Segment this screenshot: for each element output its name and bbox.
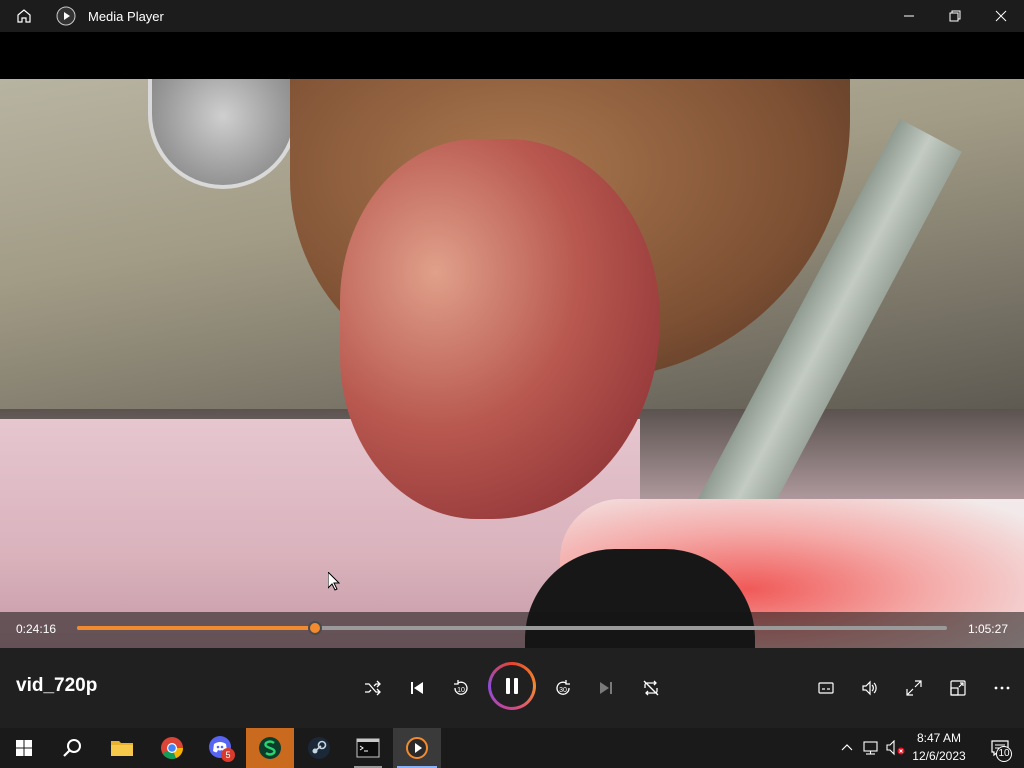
chevron-up-icon <box>841 744 853 751</box>
current-time: 0:24:16 <box>16 622 57 636</box>
taskbar-media-player[interactable] <box>393 728 441 768</box>
taskbar-steam[interactable] <box>295 728 343 768</box>
letterbox <box>0 32 1024 79</box>
previous-icon <box>411 682 423 694</box>
next-icon <box>600 682 612 694</box>
network-icon <box>863 741 878 755</box>
more-options-button[interactable] <box>986 672 1018 704</box>
home-button[interactable] <box>0 0 48 32</box>
skip-back-button[interactable]: 10 <box>445 672 477 704</box>
notification-badge: 10 <box>996 746 1012 762</box>
seek-slider[interactable] <box>77 621 947 635</box>
taskbar-chrome[interactable] <box>148 728 196 768</box>
steam-icon <box>308 737 330 759</box>
repeat-off-icon <box>643 680 659 696</box>
video-frame[interactable] <box>0 79 1024 649</box>
restore-icon <box>949 10 961 22</box>
next-button[interactable] <box>590 672 622 704</box>
notification-center-button[interactable]: 10 <box>976 728 1024 768</box>
shuffle-button[interactable] <box>357 672 389 704</box>
chrome-icon <box>161 737 183 759</box>
taskbar-discord[interactable]: 5 <box>197 728 245 768</box>
network-button[interactable] <box>860 728 882 768</box>
minimize-icon <box>904 15 914 17</box>
skip-forward-label: 30 <box>559 687 567 694</box>
miniplayer-icon <box>950 680 966 696</box>
playback-controls: vid_720p 10 30 <box>0 648 1024 728</box>
clock-time: 8:47 AM <box>916 731 962 745</box>
clock-button[interactable]: 8:47 AM 12/6/2023 <box>904 728 974 768</box>
terminal-icon <box>356 738 380 758</box>
captions-button[interactable] <box>810 672 842 704</box>
seek-bar-area: 0:24:16 1:05:27 <box>0 612 1024 648</box>
total-time: 1:05:27 <box>967 622 1008 636</box>
search-icon <box>63 739 81 757</box>
miniplayer-button[interactable] <box>942 672 974 704</box>
video-title: vid_720p <box>16 675 98 696</box>
repeat-button[interactable] <box>635 672 667 704</box>
taskbar-app-s[interactable] <box>246 728 294 768</box>
seek-thumb[interactable] <box>308 621 323 635</box>
pause-icon <box>506 678 518 694</box>
windows-start-icon <box>16 740 32 756</box>
fullscreen-icon <box>906 680 922 696</box>
previous-button[interactable] <box>401 672 433 704</box>
home-icon <box>17 9 31 23</box>
mouse-cursor-icon <box>328 572 340 591</box>
more-icon <box>994 686 1010 690</box>
skip-forward-icon: 30 <box>556 680 570 695</box>
volume-button[interactable] <box>854 672 886 704</box>
skip-back-icon: 10 <box>454 680 468 695</box>
minimize-button[interactable] <box>886 0 932 32</box>
close-button[interactable] <box>978 0 1024 32</box>
media-player-logo-icon <box>56 6 76 26</box>
skip-back-label: 10 <box>457 687 465 694</box>
seek-progress <box>77 626 316 630</box>
window-title: Media Player <box>88 8 164 24</box>
start-button[interactable] <box>0 728 48 768</box>
fullscreen-button[interactable] <box>898 672 930 704</box>
pause-button[interactable] <box>488 662 536 710</box>
media-player-icon <box>406 737 428 759</box>
taskbar-file-explorer[interactable] <box>98 728 146 768</box>
volume-icon <box>862 680 877 696</box>
folder-icon <box>111 741 133 756</box>
pause-button-inner <box>491 665 533 707</box>
shuffle-icon <box>365 680 381 696</box>
app-s-icon <box>259 737 281 759</box>
discord-badge: 5 <box>221 748 235 762</box>
taskbar: 5 8:47 AM 12/6/2023 10 <box>0 728 1024 768</box>
title-bar: Media Player <box>0 0 1024 32</box>
taskbar-terminal[interactable] <box>344 728 392 768</box>
show-hidden-icons-button[interactable] <box>836 728 858 768</box>
restore-button[interactable] <box>932 0 978 32</box>
taskbar-search-button[interactable] <box>48 728 96 768</box>
clock-date: 12/6/2023 <box>912 749 966 763</box>
close-icon <box>995 10 1007 22</box>
skip-forward-button[interactable]: 30 <box>547 672 579 704</box>
volume-muted-icon <box>886 740 905 756</box>
captions-icon <box>818 682 834 694</box>
